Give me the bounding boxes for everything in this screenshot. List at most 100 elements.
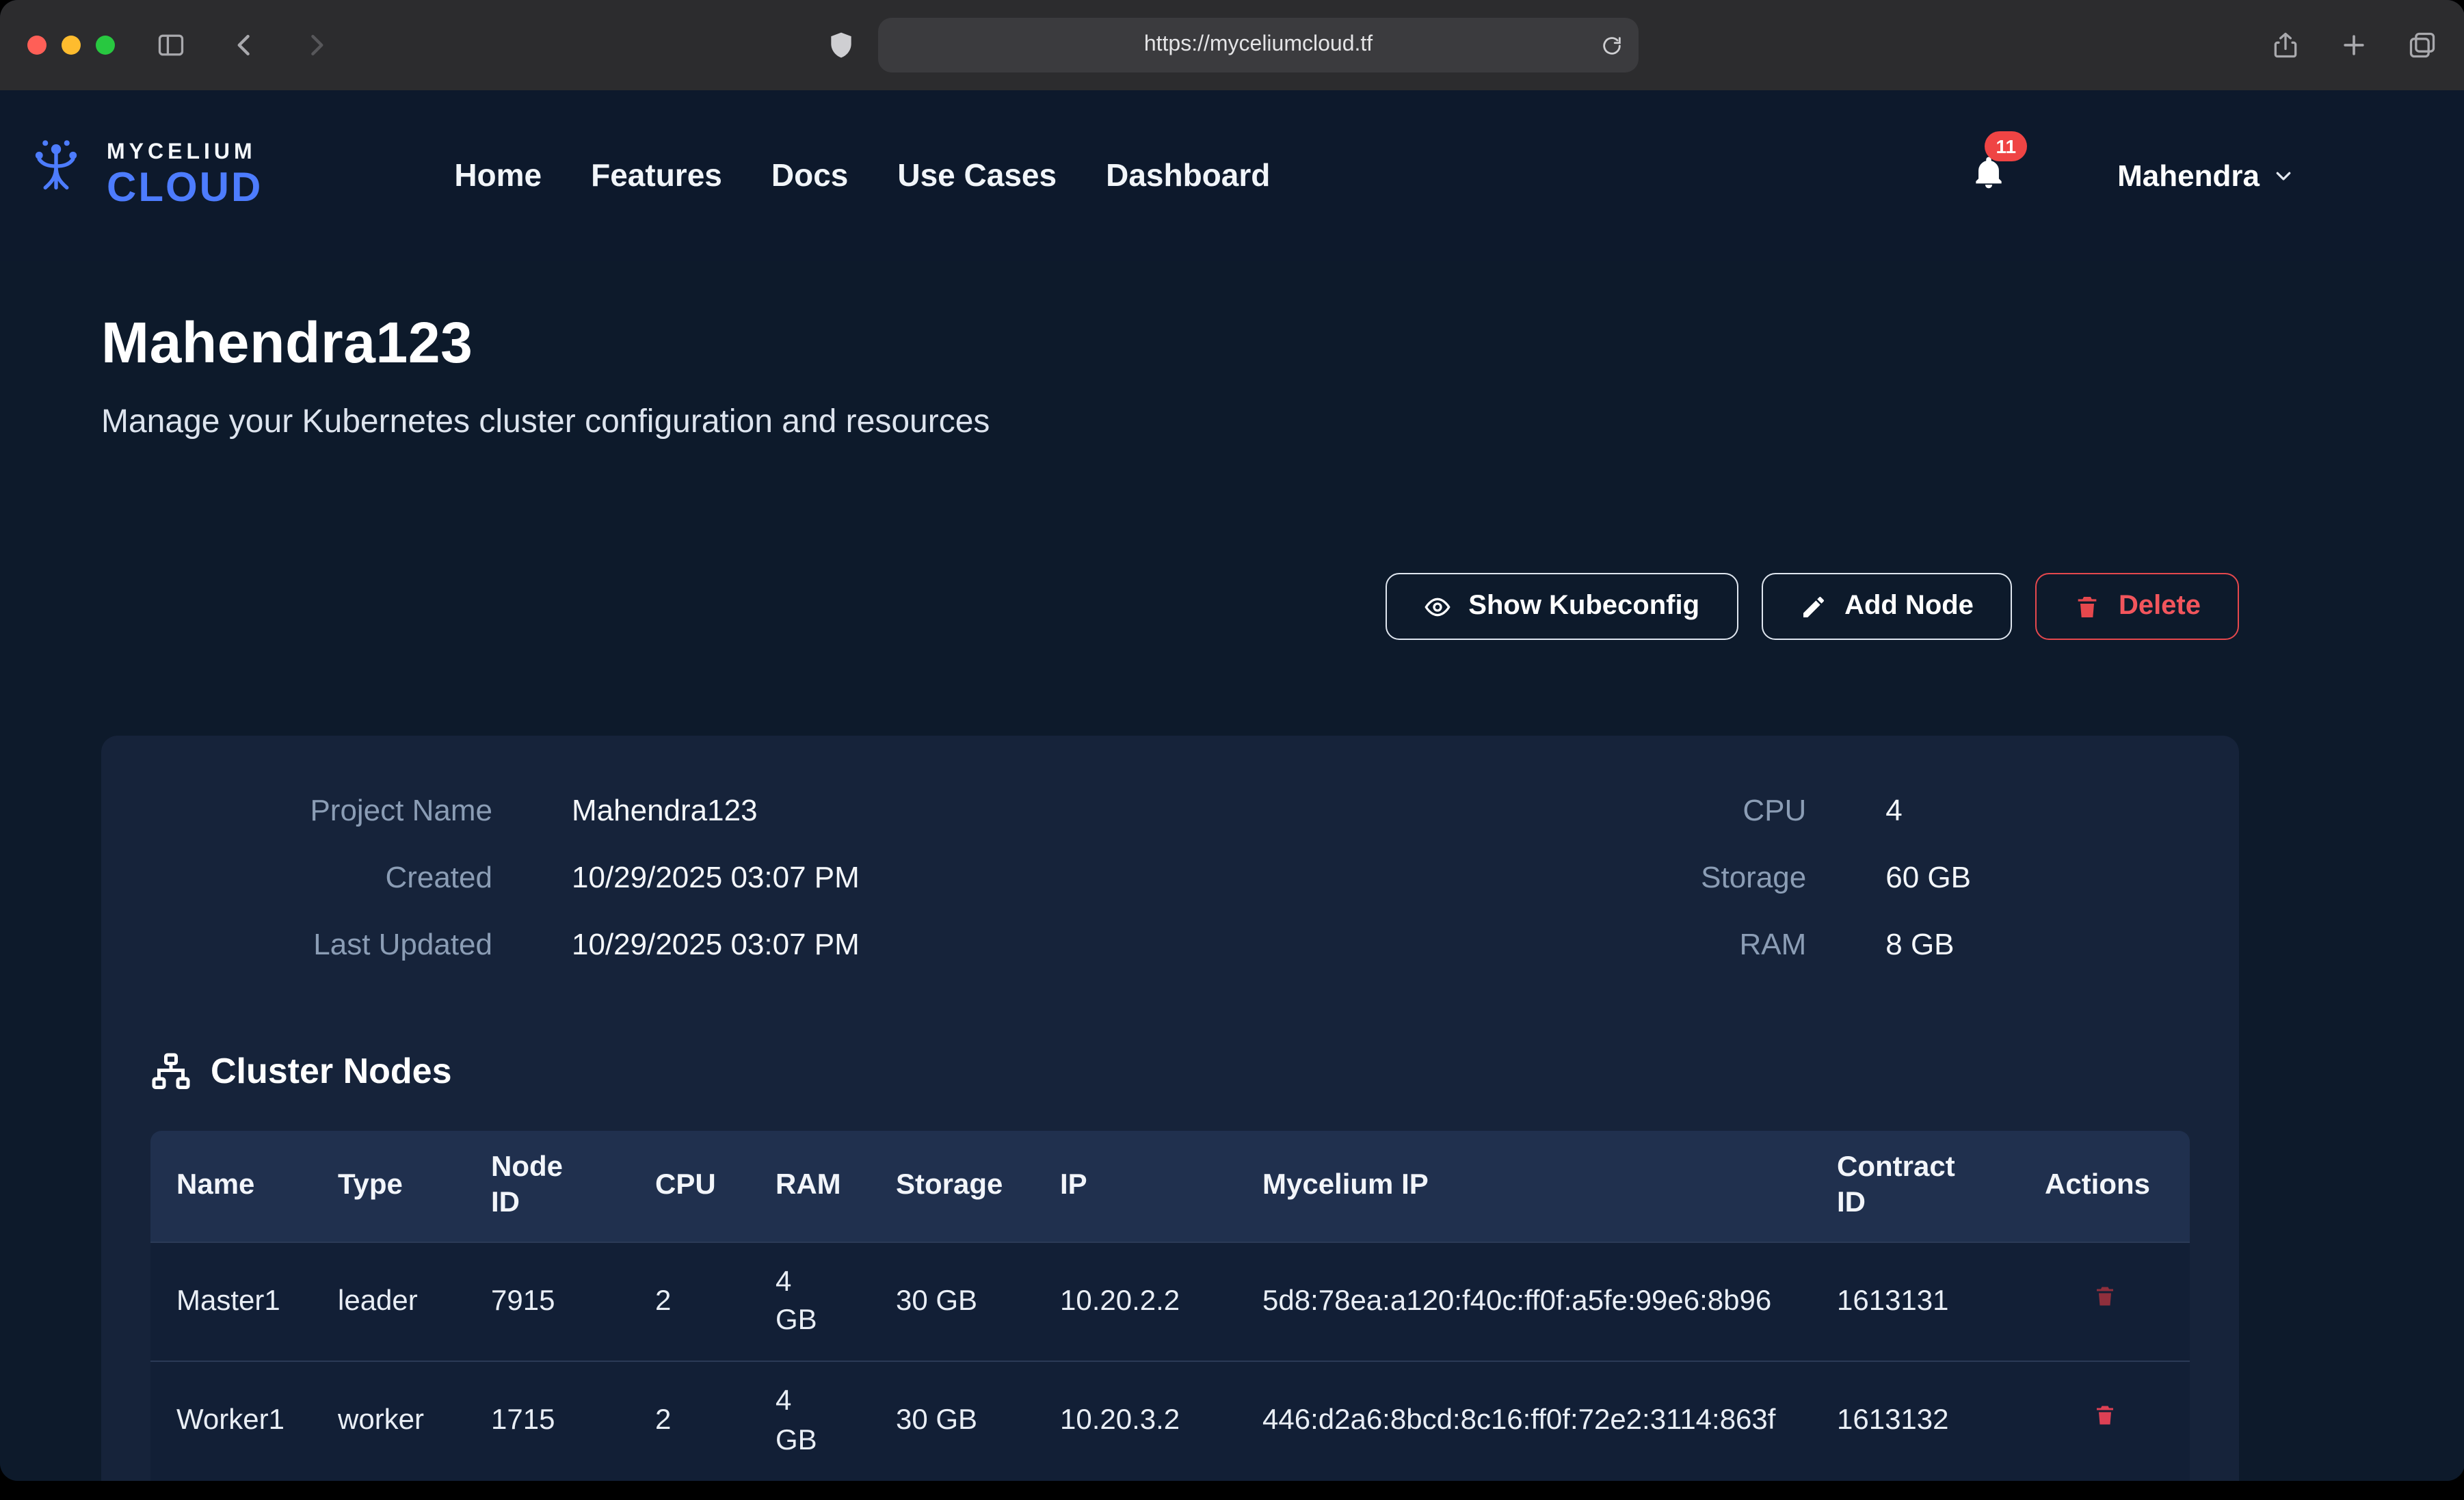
zoom-window-button[interactable] [96, 36, 115, 55]
cell-mycelium-ip: 5d8:78ea:a120:f40c:ff0f:a5fe:99e6:8b96 [1236, 1241, 1811, 1361]
cell-cpu: 2 [629, 1241, 750, 1361]
nav-dashboard[interactable]: Dashboard [1106, 157, 1270, 194]
minimize-window-button[interactable] [62, 36, 81, 55]
page-subtitle: Manage your Kubernetes cluster configura… [101, 403, 2239, 442]
ram-value: 8 GB [1885, 927, 1971, 963]
content: Mahendra123 Manage your Kubernetes clust… [0, 90, 2464, 1481]
project-name-value: Mahendra123 [572, 793, 860, 829]
col-type: Type [312, 1131, 465, 1241]
cpu-value: 4 [1885, 793, 1971, 829]
share-icon[interactable] [2270, 30, 2301, 60]
trash-icon [2092, 1402, 2117, 1430]
cell-contract-id: 1613131 [1811, 1241, 2019, 1361]
stage: https://myceliumcloud.tf [0, 0, 2464, 1500]
main-nav: Home Features Docs Use Cases Dashboard [454, 157, 1270, 194]
delete-node-button[interactable] [2092, 1402, 2117, 1430]
nav-docs[interactable]: Docs [771, 157, 849, 194]
cell-type: leader [312, 1241, 465, 1361]
hierarchy-icon [150, 1051, 191, 1092]
cell-mycelium-ip: 446:d2a6:8bcd:8c16:ff0f:72e2:3114:863f [1236, 1361, 1811, 1480]
notifications-bell-icon[interactable]: 11 [1970, 153, 2008, 198]
history-nav [230, 30, 331, 60]
tab-overview-icon[interactable] [2407, 30, 2437, 60]
cell-storage: 30 GB [870, 1361, 1034, 1480]
col-ram: RAM [750, 1131, 870, 1241]
cell-ip: 10.20.2.2 [1034, 1241, 1236, 1361]
browser-window: https://myceliumcloud.tf [0, 0, 2464, 1481]
storage-value: 60 GB [1885, 860, 1971, 896]
ram-label: RAM [1560, 927, 1806, 963]
chevron-down-icon [2273, 165, 2294, 186]
col-contract-id: Contract ID [1811, 1131, 2019, 1241]
col-actions: Actions [2019, 1131, 2190, 1241]
created-value: 10/29/2025 03:07 PM [572, 860, 860, 896]
privacy-shield-icon[interactable] [826, 30, 856, 60]
cell-name: Master1 [150, 1241, 312, 1361]
cell-ram: 4 GB [750, 1241, 870, 1361]
cluster-nodes-title: Cluster Nodes [211, 1050, 452, 1093]
address-bar-group: https://myceliumcloud.tf [826, 18, 1639, 72]
traffic-lights [27, 36, 115, 55]
cpu-label: CPU [1560, 793, 1806, 829]
cell-ip: 10.20.3.2 [1034, 1361, 1236, 1480]
forward-button-icon[interactable] [301, 30, 331, 60]
cell-ram: 4 GB [750, 1361, 870, 1480]
cell-storage: 30 GB [870, 1241, 1034, 1361]
brand-line1: MYCELIUM [107, 142, 263, 164]
url-text[interactable]: https://myceliumcloud.tf [1144, 33, 1373, 57]
col-cpu: CPU [629, 1131, 750, 1241]
cell-actions [2019, 1361, 2190, 1480]
created-label: Created [150, 860, 492, 896]
back-button-icon[interactable] [230, 30, 260, 60]
delete-cluster-button[interactable]: Delete [2035, 573, 2239, 640]
cell-contract-id: 1613132 [1811, 1361, 2019, 1480]
user-name: Mahendra [2117, 158, 2260, 193]
site-header: MYCELIUM CLOUD Home Features Docs Use Ca… [0, 90, 2464, 261]
cluster-actions: Show Kubeconfig Add Node Delete [101, 573, 2239, 640]
nodes-table: Name Type Node ID CPU RAM Storage IP Myc… [150, 1131, 2190, 1481]
chrome-right-actions [2270, 30, 2437, 60]
cluster-details-card: Project Name Mahendra123 Created 10/29/2… [101, 736, 2239, 1481]
cell-type: worker [312, 1361, 465, 1480]
page: MYCELIUM CLOUD Home Features Docs Use Ca… [0, 90, 2464, 1481]
project-name-label: Project Name [150, 793, 492, 829]
cell-cpu: 2 [629, 1361, 750, 1480]
last-updated-value: 10/29/2025 03:07 PM [572, 927, 860, 963]
user-menu[interactable]: Mahendra [2117, 158, 2294, 193]
url-field[interactable]: https://myceliumcloud.tf [878, 18, 1639, 72]
trash-icon [2074, 593, 2101, 620]
details-left: Project Name Mahendra123 Created 10/29/2… [150, 793, 860, 963]
nav-features[interactable]: Features [591, 157, 722, 194]
cell-actions [2019, 1241, 2190, 1361]
cell-name: Worker1 [150, 1361, 312, 1480]
col-mycelium-ip: Mycelium IP [1236, 1131, 1811, 1241]
cluster-details: Project Name Mahendra123 Created 10/29/2… [150, 793, 2190, 963]
last-updated-label: Last Updated [150, 927, 492, 963]
reload-icon[interactable] [1600, 34, 1624, 57]
brand-line2: CLOUD [107, 168, 263, 209]
col-ip: IP [1034, 1131, 1236, 1241]
cell-node-id: 1715 [465, 1361, 629, 1480]
sidebar-toggle-icon[interactable] [156, 30, 186, 60]
page-title: Mahendra123 [101, 310, 2239, 376]
table-row: Master1 leader 7915 2 4 GB 30 GB 10.20.2… [150, 1241, 2190, 1361]
nav-home[interactable]: Home [454, 157, 542, 194]
add-node-label: Add Node [1844, 591, 1974, 622]
mycelium-logo-icon [19, 135, 93, 216]
storage-label: Storage [1560, 860, 1806, 896]
col-node-id: Node ID [465, 1131, 629, 1241]
brand-logo[interactable]: MYCELIUM CLOUD [19, 135, 263, 216]
header-right: 11 Mahendra [1970, 153, 2294, 198]
add-node-button[interactable]: Add Node [1761, 573, 2012, 640]
delete-node-button[interactable] [2092, 1282, 2117, 1309]
browser-chrome: https://myceliumcloud.tf [0, 0, 2464, 90]
brand-text: MYCELIUM CLOUD [107, 142, 263, 209]
cluster-nodes-heading: Cluster Nodes [150, 1050, 2190, 1093]
new-tab-icon[interactable] [2339, 30, 2369, 60]
trash-icon [2092, 1282, 2117, 1309]
nav-use-cases[interactable]: Use Cases [897, 157, 1057, 194]
close-window-button[interactable] [27, 36, 47, 55]
pencil-icon [1799, 593, 1827, 620]
table-row: Worker1 worker 1715 2 4 GB 30 GB 10.20.3… [150, 1361, 2190, 1480]
show-kubeconfig-button[interactable]: Show Kubeconfig [1385, 573, 1738, 640]
